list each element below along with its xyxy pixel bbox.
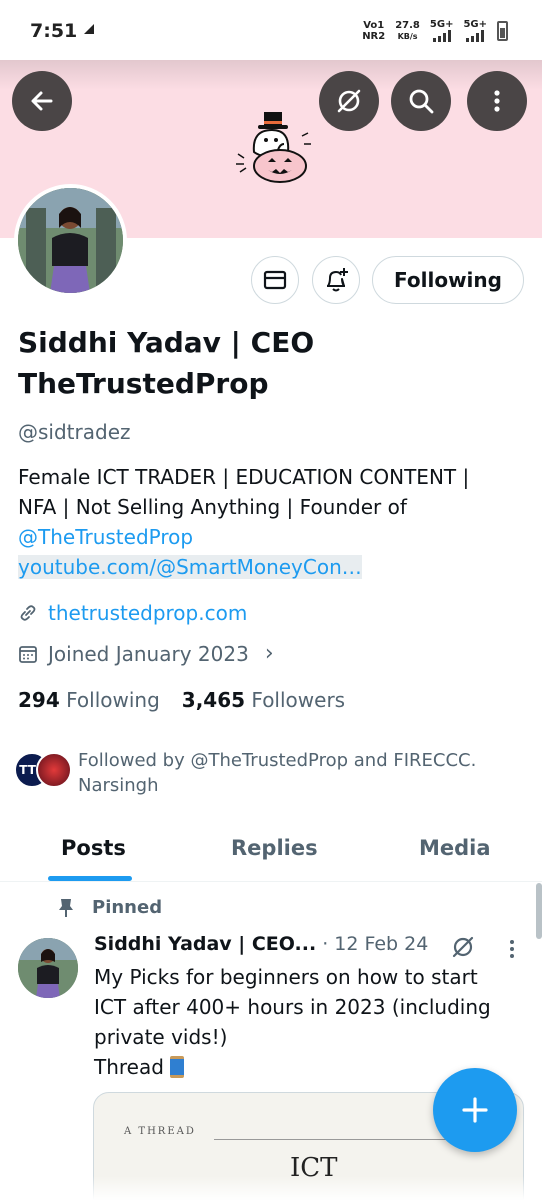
search-button[interactable] xyxy=(391,71,451,131)
signal-bars-icon xyxy=(466,30,485,42)
followers-label: Followers xyxy=(251,688,346,712)
speed-unit: KB/s xyxy=(397,31,418,41)
joined-text: Joined January 2023 xyxy=(48,641,249,666)
grok-button[interactable] xyxy=(319,71,379,131)
pinned-label: Pinned xyxy=(92,897,163,918)
post-text-line: My Picks for beginners on how to start xyxy=(94,965,478,989)
post-text-line: private vids!) xyxy=(94,1025,228,1049)
signal-activity-icon xyxy=(82,22,96,40)
post-text: My Picks for beginners on how to start I… xyxy=(94,962,524,1082)
net-type-2: 5G+ xyxy=(463,19,487,30)
website-text: thetrustedprop.com xyxy=(48,601,248,625)
grok-icon[interactable] xyxy=(450,934,476,960)
following-button[interactable]: Following xyxy=(372,256,524,304)
bio-mention-link[interactable]: @TheTrustedProp xyxy=(18,525,193,549)
status-bar: 7:51 Vo1 NR2 27.8 KB/s 5G+ 5G+ xyxy=(0,0,542,60)
tab-media[interactable]: Media xyxy=(419,836,491,860)
post-text-line: ICT after 400+ hours in 2023 (including xyxy=(94,995,491,1019)
post-author-avatar[interactable] xyxy=(18,938,78,998)
speed-value: 27.8 xyxy=(395,19,420,31)
thread-spool-emoji xyxy=(169,1056,184,1078)
follow-counts: 294 Following 3,465 Followers xyxy=(18,688,345,712)
post-text-line: Thread xyxy=(94,1055,164,1079)
tab-posts[interactable]: Posts xyxy=(61,836,126,860)
signal-bars-icon xyxy=(432,30,451,42)
grok-icon xyxy=(337,89,361,113)
net-type-1: 5G+ xyxy=(429,19,454,30)
profile-bio: Female ICT TRADER | EDUCATION CONTENT | … xyxy=(18,462,488,582)
network-indicators: Vo1 NR2 27.8 KB/s 5G+ 5G+ xyxy=(362,19,508,42)
media-kicker: A THREAD xyxy=(124,1126,196,1137)
profile-display-name: Siddhi Yadav | CEO TheTrustedProp xyxy=(18,326,315,400)
bio-youtube-link[interactable]: youtube.com/@SmartMoneyCon… xyxy=(18,555,362,579)
plus-icon xyxy=(462,1097,488,1123)
tab-replies[interactable]: Replies xyxy=(231,836,318,860)
pinned-label-row: Pinned xyxy=(58,897,162,918)
website-link[interactable]: thetrustedprop.com xyxy=(18,601,247,625)
arrow-left-icon xyxy=(31,91,53,111)
bio-text: Female ICT TRADER | EDUCATION CONTENT | … xyxy=(18,465,470,519)
more-options-button[interactable] xyxy=(467,71,527,131)
active-tab-indicator xyxy=(48,876,132,881)
bell-plus-icon xyxy=(327,268,348,292)
profile-tabs: Posts Replies Media xyxy=(0,824,542,882)
halloween-banner-illustration xyxy=(236,112,311,183)
joined-date-row[interactable]: Joined January 2023 › xyxy=(18,641,274,666)
battery-icon xyxy=(497,20,508,41)
post-more-icon[interactable] xyxy=(505,936,519,962)
avatar-photo xyxy=(18,938,78,998)
post-author-name[interactable]: Siddhi Yadav | CEO... xyxy=(94,933,316,955)
post-header: Siddhi Yadav | CEO... · 12 Feb 24 xyxy=(94,933,428,955)
post-date[interactable]: · 12 Feb 24 xyxy=(322,933,428,955)
followers-count-link[interactable]: 3,465 Followers xyxy=(182,688,345,712)
following-count: 294 xyxy=(18,688,60,712)
followers-count: 3,465 xyxy=(181,688,246,712)
back-button[interactable] xyxy=(12,71,72,131)
status-time: 7:51 xyxy=(30,20,78,42)
notifications-button[interactable] xyxy=(312,256,360,304)
followed-by-text: Followed by @TheTrustedProp and FIRECCC.… xyxy=(78,750,477,796)
compose-post-button[interactable] xyxy=(433,1068,517,1152)
carrier-top: Vo1 xyxy=(363,19,385,31)
profile-avatar[interactable] xyxy=(14,184,127,297)
scrollbar-thumb[interactable] xyxy=(536,883,542,939)
followed-by-avatars: TTP xyxy=(14,748,74,792)
followed-by-row[interactable]: TTP Followed by @TheTrustedProp and FIRE… xyxy=(14,748,498,798)
avatar-photo xyxy=(18,188,123,293)
following-count-link[interactable]: 294 Following xyxy=(18,688,160,712)
more-vertical-icon xyxy=(494,90,500,112)
chevron-right-icon: › xyxy=(264,641,274,666)
carrier-bottom: NR2 xyxy=(362,30,386,42)
message-button[interactable] xyxy=(251,256,299,304)
profile-handle: @sidtradez xyxy=(18,420,131,444)
calendar-icon xyxy=(19,645,37,663)
following-label: Following xyxy=(66,688,160,712)
followed-by-avatar xyxy=(36,752,72,788)
search-icon xyxy=(409,89,434,114)
mail-icon xyxy=(263,270,287,290)
link-icon xyxy=(20,605,36,621)
pin-icon xyxy=(59,898,73,917)
